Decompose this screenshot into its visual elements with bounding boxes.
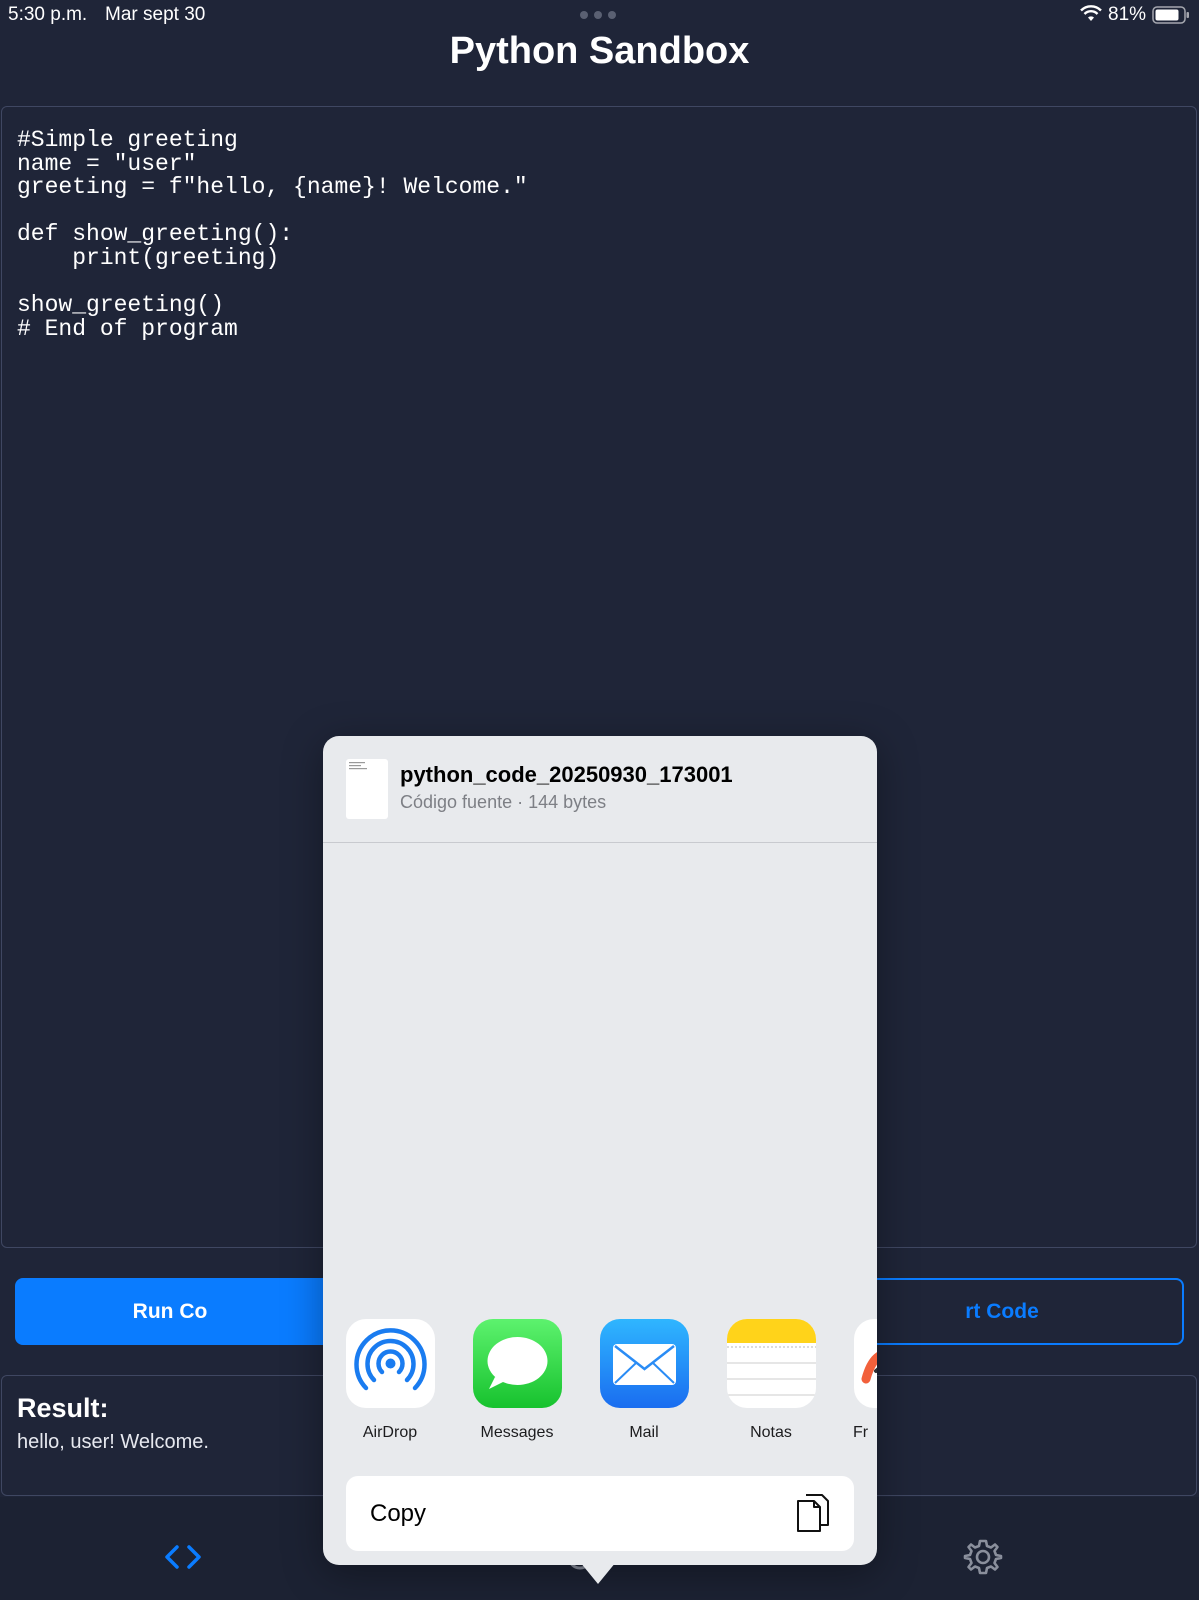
messages-icon	[473, 1319, 562, 1408]
gear-icon[interactable]	[963, 1537, 1003, 1577]
copy-icon	[797, 1494, 829, 1532]
code-icon[interactable]	[163, 1542, 203, 1572]
status-time: 5:30 p.m.	[8, 4, 88, 25]
run-code-label: Run Co	[132, 1299, 208, 1323]
freeform-icon	[854, 1319, 877, 1408]
app-label: AirDrop	[362, 1424, 418, 1441]
status-date: Mar sept 30	[105, 4, 206, 25]
result-title: Result:	[17, 1393, 109, 1423]
export-code-label: rt Code	[965, 1299, 1039, 1323]
file-meta: Código fuente · 144 bytes	[400, 792, 607, 812]
popover-arrow	[580, 1562, 616, 1584]
app-label: Messages	[480, 1424, 554, 1441]
divider	[323, 842, 877, 843]
app-label: Fr	[853, 1424, 869, 1441]
copy-label: Copy	[370, 1500, 427, 1527]
result-output: hello, user! Welcome.	[17, 1431, 209, 1453]
airdrop-icon	[346, 1319, 435, 1408]
share-sheet[interactable]: python_code_20250930_173001 Código fuent…	[323, 736, 877, 1565]
copy-action[interactable]: Copy	[346, 1476, 854, 1551]
mail-icon	[600, 1319, 689, 1408]
notes-icon	[727, 1319, 816, 1408]
file-name: python_code_20250930_173001	[400, 762, 733, 787]
code-text[interactable]: #Simple greeting name = "user" greeting …	[17, 128, 528, 341]
app-label: Notas	[750, 1424, 792, 1441]
page-title: Python Sandbox	[449, 30, 750, 72]
battery-percentage: 81%	[1108, 4, 1147, 25]
multitasking-dots-icon[interactable]	[580, 11, 616, 19]
app-label: Mail	[629, 1424, 659, 1441]
status-bar: 5:30 p.m. Mar sept 30 81%	[0, 0, 1199, 30]
file-thumbnail	[346, 759, 388, 819]
battery-icon	[1152, 6, 1189, 24]
share-app-row[interactable]: AirDrop Messages Mail Notas Fr	[323, 1319, 877, 1449]
wifi-icon	[1080, 5, 1102, 21]
